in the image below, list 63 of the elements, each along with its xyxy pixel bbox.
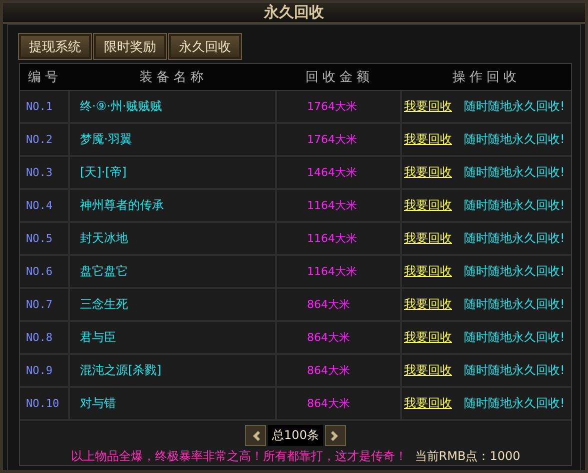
- balance-text: 当前RMB点：1000: [414, 448, 520, 465]
- item-name: 混沌之源[杀戮]: [80, 362, 162, 379]
- column-header: 装备名称: [138, 69, 208, 86]
- recycle-amount: 1164大米: [307, 264, 357, 279]
- recycle-amount: 1764大米: [307, 132, 357, 147]
- recycle-link[interactable]: 我要回收: [404, 164, 452, 181]
- tab[interactable]: 永久回收: [169, 34, 241, 59]
- recycle-link[interactable]: 我要回收: [404, 395, 452, 412]
- item-name: 终·⑨·州·贼贼贼: [80, 98, 162, 115]
- tab[interactable]: 限时奖励: [94, 34, 166, 59]
- tab[interactable]: 提现系统: [19, 34, 91, 59]
- recycle-amount: 1764大米: [307, 99, 357, 114]
- item-name: 盘它盘它: [80, 263, 128, 280]
- recycle-amount: 1164大米: [307, 231, 357, 246]
- recycle-note: 随时随地永久回收!: [464, 263, 565, 280]
- column-header: 回收金额: [304, 69, 374, 86]
- recycle-note: 随时随地永久回收!: [464, 197, 565, 214]
- recycle-amount: 864大米: [307, 396, 350, 411]
- recycle-amount: 1464大米: [307, 165, 357, 180]
- item-name: 梦魇·羽翼: [80, 131, 132, 148]
- recycle-note: 随时随地永久回收!: [464, 164, 565, 181]
- row-number: NO.10: [26, 397, 60, 410]
- item-name: 三念生死: [80, 296, 128, 313]
- recycle-note: 随时随地永久回收!: [464, 98, 565, 115]
- row-number: NO.9: [26, 364, 52, 377]
- recycle-link[interactable]: 我要回收: [404, 131, 452, 148]
- window-title: 永久回收: [264, 3, 324, 22]
- item-name: 对与错: [80, 395, 116, 412]
- recycle-note: 随时随地永久回收!: [464, 131, 565, 148]
- recycle-note: 随时随地永久回收!: [464, 395, 565, 412]
- recycle-link[interactable]: 我要回收: [404, 230, 452, 247]
- notice-text: 以上物品全爆，终极暴率非常之高！所有都靠打，这才是传奇！: [70, 448, 407, 465]
- item-name: 封天冰地: [80, 230, 128, 247]
- recycle-amount: 864大米: [307, 363, 350, 378]
- column-header: 编号: [27, 69, 63, 86]
- recycle-link[interactable]: 我要回收: [404, 329, 452, 346]
- row-number: NO.2: [26, 133, 52, 146]
- row-number: NO.3: [26, 166, 52, 179]
- row-number: NO.8: [26, 331, 52, 344]
- previous-page-button[interactable]: [245, 425, 266, 446]
- recycle-link[interactable]: 我要回收: [404, 362, 452, 379]
- item-name: 君与臣: [80, 329, 116, 346]
- row-number: NO.4: [26, 199, 52, 212]
- total-count: 总100条: [268, 425, 323, 446]
- recycle-amount: 864大米: [307, 330, 350, 345]
- next-page-button[interactable]: [324, 425, 346, 446]
- row-number: NO.1: [26, 100, 52, 113]
- item-name: [天]·[帝]: [80, 164, 127, 181]
- recycle-link[interactable]: 我要回收: [404, 197, 452, 214]
- recycle-amount: 1164大米: [307, 198, 357, 213]
- recycle-link[interactable]: 我要回收: [404, 98, 452, 115]
- recycle-amount: 864大米: [307, 297, 350, 312]
- recycle-note: 随时随地永久回收!: [464, 329, 565, 346]
- row-number: NO.5: [26, 232, 52, 245]
- row-number: NO.7: [26, 298, 52, 311]
- column-header: 操作回收: [452, 69, 522, 86]
- item-name: 神州尊者的传承: [80, 197, 164, 214]
- recycle-note: 随时随地永久回收!: [464, 230, 565, 247]
- recycle-note: 随时随地永久回收!: [464, 296, 565, 313]
- recycle-note: 随时随地永久回收!: [464, 362, 565, 379]
- row-number: NO.6: [26, 265, 52, 278]
- recycle-link[interactable]: 我要回收: [404, 296, 452, 313]
- recycle-link[interactable]: 我要回收: [404, 263, 452, 280]
